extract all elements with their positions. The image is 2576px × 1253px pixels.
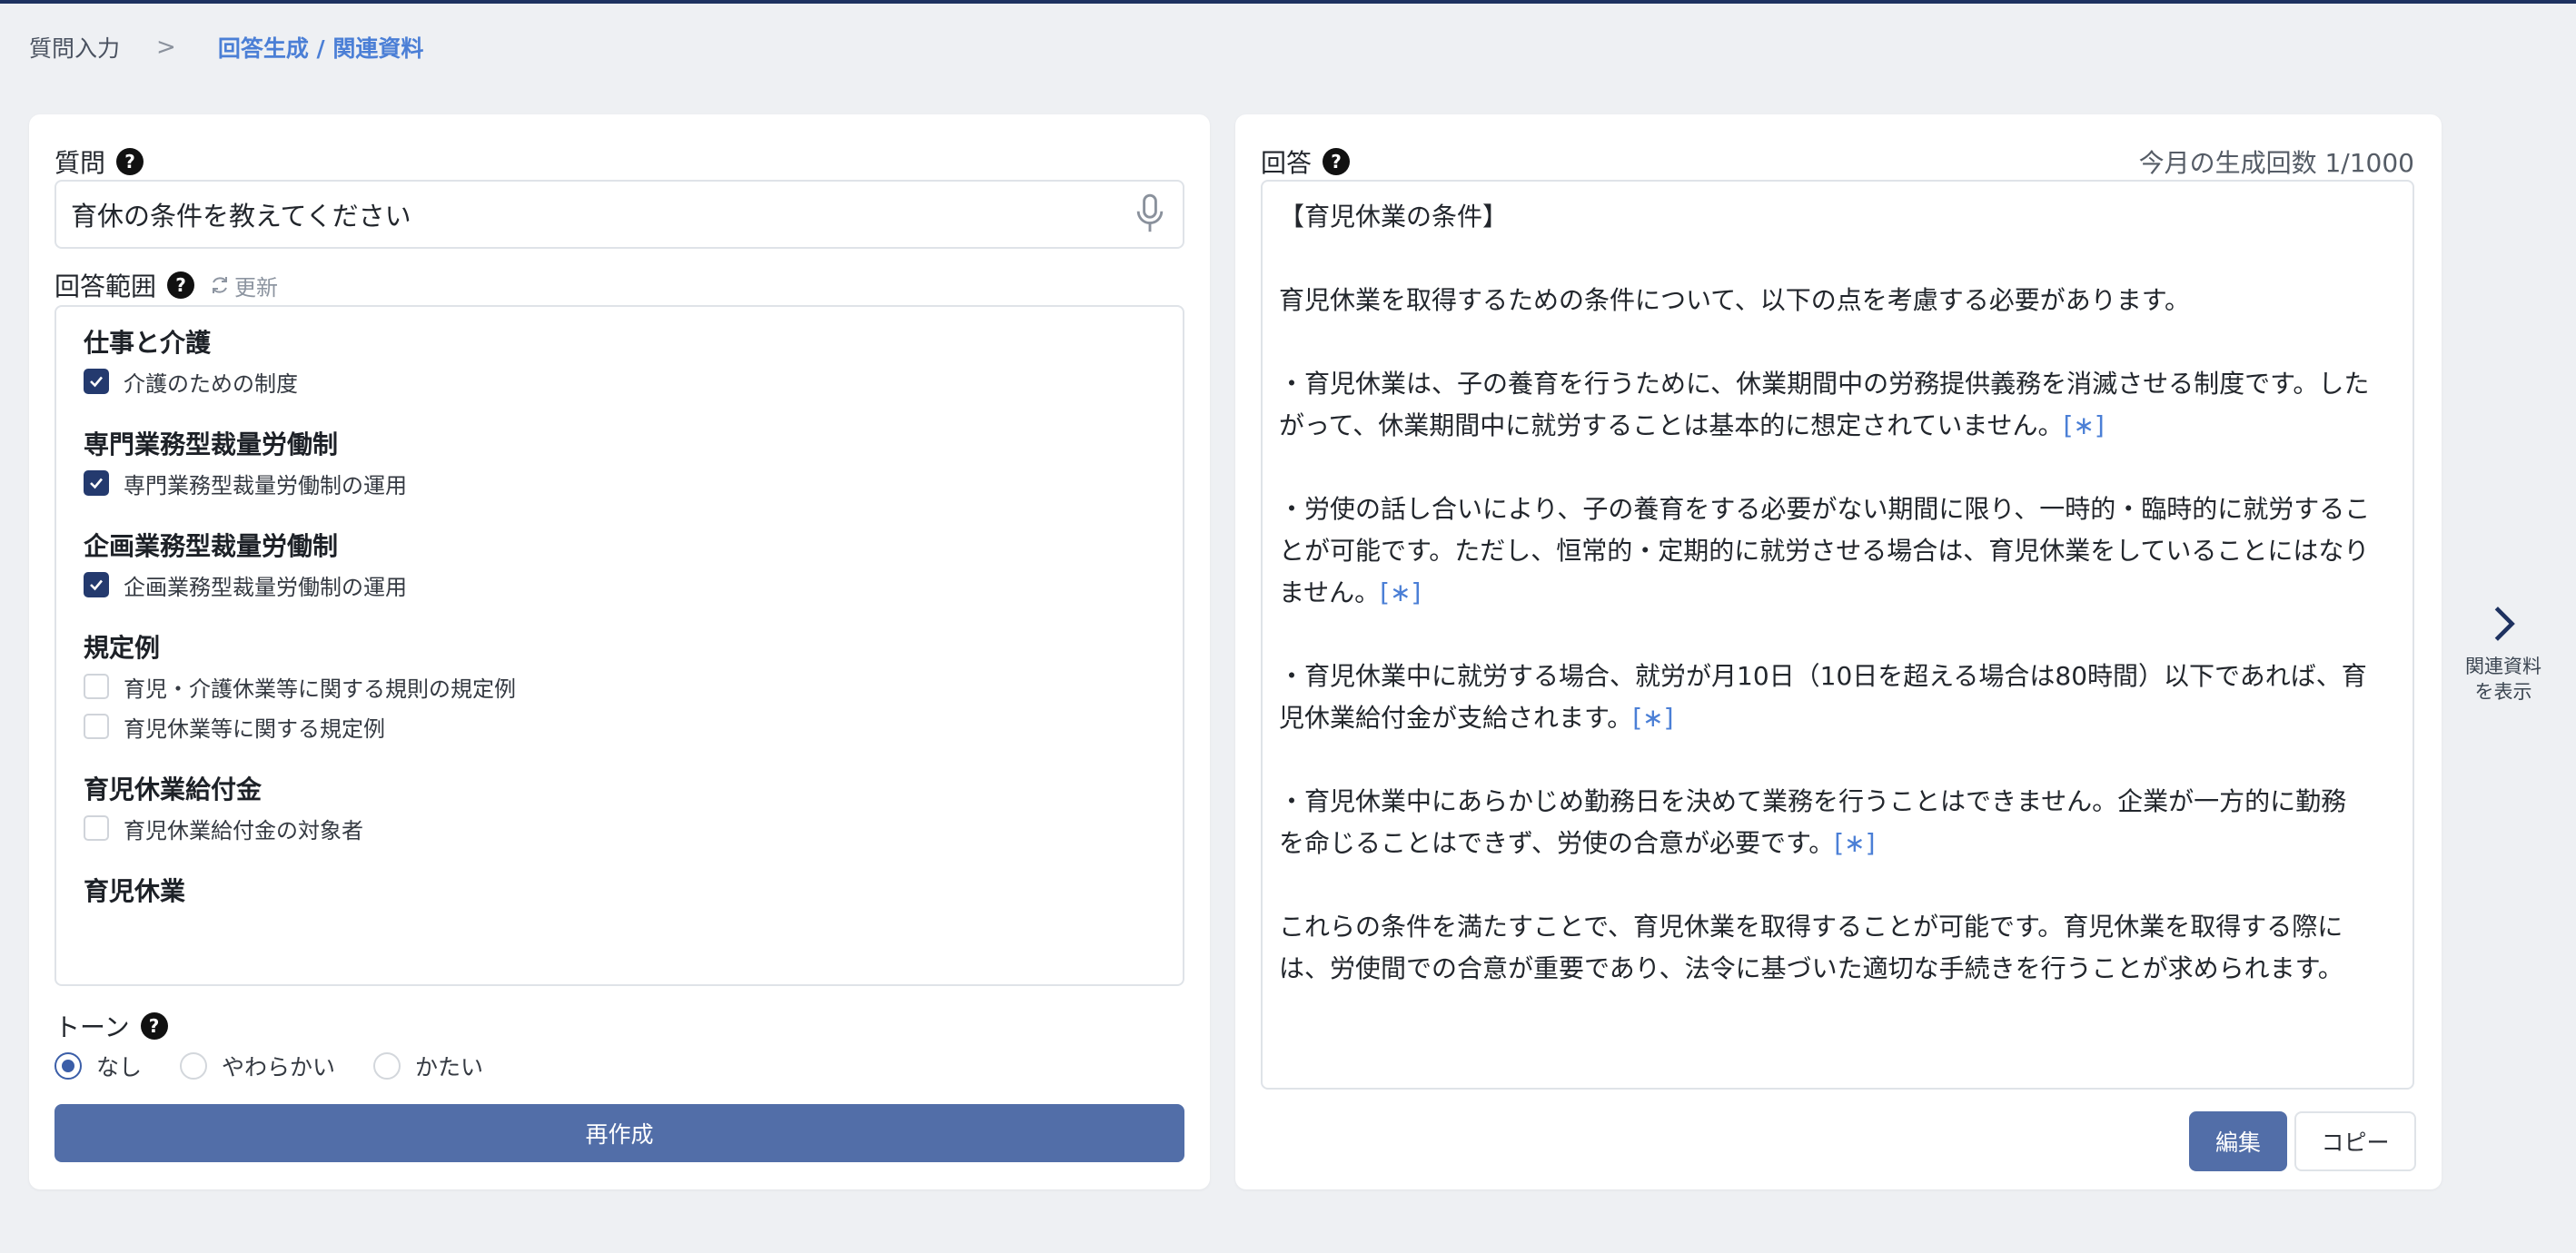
side-toggle-label-2: を表示 — [2474, 681, 2532, 703]
edit-button[interactable]: 編集 — [2189, 1111, 2287, 1171]
radio-selected[interactable] — [54, 1052, 82, 1080]
citation-link[interactable]: [∗] — [1632, 703, 1673, 733]
radio-unselected[interactable] — [373, 1052, 401, 1080]
scope-group-title: 規定例 — [84, 633, 161, 663]
breadcrumb-question-input[interactable]: 質問入力 — [29, 31, 120, 64]
answer-conclusion-line: は、労使間での合意が重要であり、法令に基づいた適切な手続きを行うことが求められま… — [1279, 953, 2343, 983]
answer-label-row: 回答 ? — [1261, 143, 1351, 180]
tone-option-soft[interactable]: やわらかい — [180, 1050, 335, 1082]
scope-checkbox-item[interactable]: 育児休業給付金の対象者 — [84, 808, 1155, 848]
refresh-label: 更新 — [234, 274, 279, 301]
breadcrumb-answer-generation: 回答生成 / 関連資料 — [217, 35, 424, 62]
answer-intro: 育児休業を取得するための条件について、以下の点を考慮する必要があります。 — [1279, 285, 2190, 315]
answer-point-line: ・労使の話し合いにより、子の養育をする必要がない期間に限り、一時的・臨時的に就労… — [1279, 494, 2371, 524]
answer-point-line: ・育児休業中に就労する場合、就労が月10日（10日を超える場合は80時間）以下で… — [1279, 661, 2367, 691]
scope-group: 育児休業給付金 育児休業給付金の対象者 — [84, 768, 1155, 848]
question-label-row: 質問 ? — [54, 143, 144, 180]
question-panel: 質問 ? 回答範囲 ? 更新 仕事と介護 — [29, 114, 1210, 1189]
answer-help-icon[interactable]: ? — [1323, 148, 1351, 175]
citation-link[interactable]: [∗] — [2064, 410, 2105, 440]
tone-help-icon[interactable]: ? — [140, 1012, 168, 1040]
tone-label-row: トーン ? — [54, 1008, 168, 1044]
copy-button[interactable]: コピー — [2294, 1111, 2416, 1171]
question-input[interactable] — [71, 199, 1132, 230]
scope-checkbox-item[interactable]: 育児・介護休業等に関する規則の規定例 — [84, 666, 1155, 706]
answer-point-line: とが可能です。ただし、恒常的・定期的に就労させる場合は、育児休業をしていることに… — [1279, 536, 2370, 566]
scope-item-label: 育児休業給付金の対象者 — [124, 817, 363, 844]
citation-link[interactable]: [∗] — [1380, 577, 1421, 607]
scope-list[interactable]: 仕事と介護 介護のための制度 専門業務型裁量労働制 専門業務型裁量労働制の運用 … — [54, 305, 1184, 986]
question-help-icon[interactable]: ? — [116, 148, 144, 175]
generation-count-value: 1/1000 — [2324, 148, 2414, 178]
answer-title: 【育児休業の条件】 — [1279, 202, 1509, 232]
scope-group-title: 育児休業 — [84, 876, 186, 906]
refresh-button[interactable]: 更新 — [209, 270, 278, 301]
answer-point-line: を命じることはできず、労使の合意が必要です。 — [1279, 828, 1835, 858]
breadcrumb: 質問入力 > 回答生成 / 関連資料 — [29, 31, 423, 64]
scope-checkbox-item[interactable]: 介護のための制度 — [84, 361, 1155, 401]
question-label: 質問 — [54, 148, 106, 178]
checkbox-unchecked[interactable] — [84, 714, 109, 739]
scope-checkbox-item[interactable]: 専門業務型裁量労働制の運用 — [84, 463, 1155, 503]
answer-conclusion-line: これらの条件を満たすことで、育児休業を取得することが可能です。育児休業を取得する… — [1279, 912, 2343, 942]
scope-group: 育児休業 — [84, 870, 1155, 910]
answer-point-line: 児休業給付金が支給されます。 — [1279, 703, 1633, 733]
citation-link[interactable]: [∗] — [1834, 828, 1875, 858]
checkbox-unchecked[interactable] — [84, 674, 109, 699]
tone-option-none[interactable]: なし — [54, 1050, 142, 1082]
generation-count: 今月の生成回数 1/1000 — [2139, 143, 2414, 180]
scope-item-label: 育児休業等に関する規定例 — [124, 715, 385, 742]
side-toggle-label-1: 関連資料 — [2465, 656, 2541, 677]
scope-checkbox-item[interactable]: 企画業務型裁量労働制の運用 — [84, 565, 1155, 605]
answer-point-line: ません。 — [1279, 577, 1381, 607]
checkbox-unchecked[interactable] — [84, 815, 109, 841]
show-related-docs-toggle[interactable]: 関連資料 を表示 — [2456, 603, 2551, 705]
scope-checkbox-item[interactable]: 育児休業等に関する規定例 — [84, 706, 1155, 746]
scope-item-label: 企画業務型裁量労働制の運用 — [124, 574, 407, 600]
regenerate-button[interactable]: 再作成 — [54, 1104, 1184, 1162]
scope-group: 規定例 育児・介護休業等に関する規則の規定例 育児休業等に関する規定例 — [84, 626, 1155, 746]
chevron-right-icon — [2494, 607, 2515, 641]
scope-group-title: 仕事と介護 — [84, 328, 212, 358]
scope-help-icon[interactable]: ? — [167, 271, 195, 299]
answer-point-line: ・育児休業中にあらかじめ勤務日を決めて業務を行うことはできません。企業が一方的に… — [1279, 786, 2347, 816]
microphone-icon[interactable] — [1132, 192, 1168, 236]
scope-item-label: 専門業務型裁量労働制の運用 — [124, 472, 407, 498]
generation-count-label: 今月の生成回数 — [2138, 148, 2317, 178]
scope-group-title: 企画業務型裁量労働制 — [84, 531, 339, 561]
scope-group: 専門業務型裁量労働制 専門業務型裁量労働制の運用 — [84, 423, 1155, 503]
tone-label: トーン — [54, 1012, 130, 1042]
scope-group-title: 育児休業給付金 — [84, 774, 263, 804]
scope-label: 回答範囲 — [54, 271, 157, 301]
scope-label-row: 回答範囲 ? 更新 — [54, 267, 278, 303]
check-icon — [90, 376, 103, 388]
answer-label: 回答 — [1261, 148, 1313, 178]
scope-group-title: 専門業務型裁量労働制 — [84, 429, 339, 459]
answer-text-area[interactable]: 【育児休業の条件】 育児休業を取得するための条件について、以下の点を考慮する必要… — [1261, 180, 2414, 1090]
tone-option-label: なし — [96, 1054, 143, 1080]
radio-unselected[interactable] — [180, 1052, 208, 1080]
checkbox-checked[interactable] — [84, 369, 109, 394]
check-icon — [90, 579, 103, 591]
scope-group: 企画業務型裁量労働制 企画業務型裁量労働制の運用 — [84, 525, 1155, 605]
tone-option-label: かたい — [415, 1054, 484, 1080]
breadcrumb-separator-icon: > — [156, 34, 176, 61]
question-input-wrapper — [54, 180, 1184, 249]
top-border — [0, 0, 2576, 4]
answer-point-line: ・育児休業は、子の養育を行うために、休業期間中の労務提供義務を消滅させる制度です… — [1279, 369, 2370, 399]
refresh-icon — [213, 277, 228, 293]
scope-item-label: 介護のための制度 — [124, 370, 298, 397]
scope-group: 仕事と介護 介護のための制度 — [84, 321, 1155, 401]
check-icon — [90, 478, 103, 489]
tone-option-formal[interactable]: かたい — [373, 1050, 483, 1082]
checkbox-checked[interactable] — [84, 572, 109, 597]
answer-point-line: がって、休業期間中に就労することは基本的に想定されていません。 — [1279, 410, 2064, 440]
tone-radio-group: なし やわらかい かたい — [54, 1050, 521, 1082]
checkbox-checked[interactable] — [84, 470, 109, 496]
scope-item-label: 育児・介護休業等に関する規則の規定例 — [124, 676, 516, 702]
answer-panel: 回答 ? 今月の生成回数 1/1000 【育児休業の条件】 育児休業を取得するた… — [1235, 114, 2442, 1189]
tone-option-label: やわらかい — [222, 1054, 336, 1080]
